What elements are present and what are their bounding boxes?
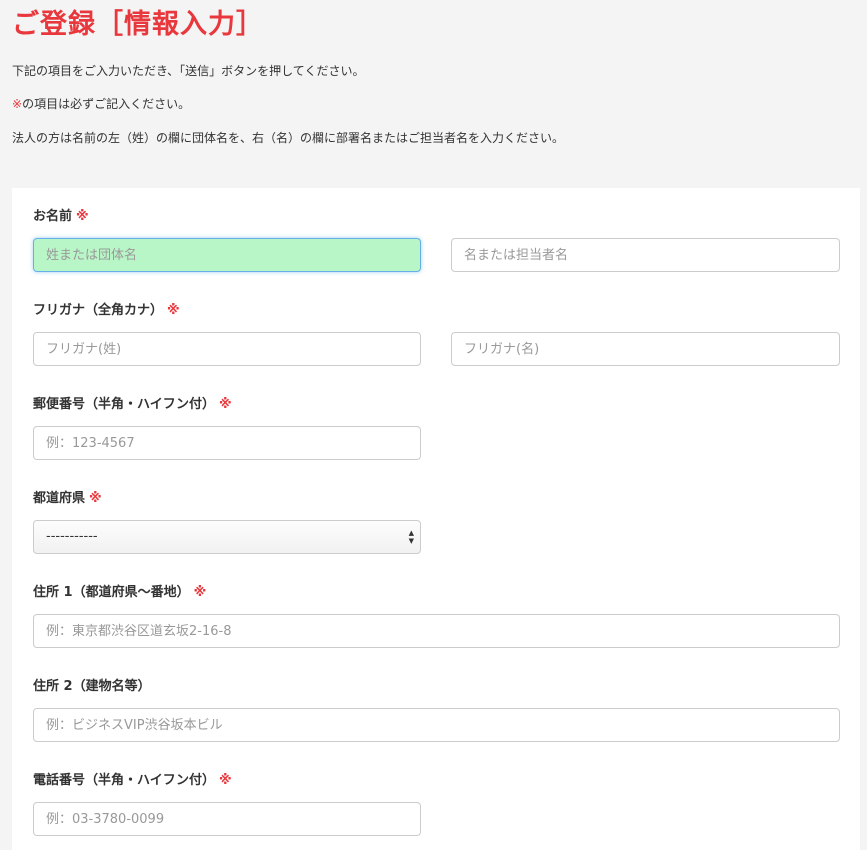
address1-input[interactable]: [33, 614, 840, 648]
name-label-text: お名前: [33, 209, 73, 224]
furigana-first-input[interactable]: [451, 332, 840, 366]
address2-input[interactable]: [33, 708, 840, 742]
furigana-label-text: フリガナ（全角カナ）: [33, 303, 164, 318]
address1-label: 住所 1（都道府県〜番地） ※: [33, 584, 206, 602]
address2-label: 住所 2（建物名等）: [33, 678, 151, 696]
required-mark: ※: [219, 397, 232, 412]
select-arrows-icon: ▲ ▼: [408, 529, 414, 545]
furigana-label: フリガナ（全角カナ） ※: [33, 302, 180, 320]
required-mark: ※: [12, 97, 23, 111]
furigana-last-input[interactable]: [33, 332, 421, 366]
required-note-text: の項目は必ずご記入ください。: [22, 97, 191, 111]
prefecture-select[interactable]: ----------- ▲ ▼: [33, 520, 421, 554]
required-mark: ※: [89, 491, 102, 506]
address2-label-text: 住所 2（建物名等）: [33, 679, 151, 694]
prefecture-label: 都道府県 ※: [33, 490, 102, 508]
registration-form: お名前※ フリガナ（全角カナ）※ 郵便番号（半角・ハイフン付）※ 都道府県※ -…: [12, 188, 860, 850]
prefecture-label-text: 都道府県: [33, 491, 86, 506]
page-title: ご登録［情報入力］: [12, 9, 264, 40]
phone-input[interactable]: [33, 802, 421, 836]
postal-code-label: 郵便番号（半角・ハイフン付） ※: [33, 396, 232, 414]
prefecture-selected-value: -----------: [46, 529, 98, 544]
phone-label-text: 電話番号（半角・ハイフン付）: [33, 773, 216, 788]
address1-label-text: 住所 1（都道府県〜番地）: [33, 585, 190, 600]
required-mark: ※: [76, 209, 89, 224]
intro-required-note: ※の項目は必ずご記入ください。: [12, 96, 190, 112]
required-mark: ※: [193, 585, 207, 600]
first-name-input[interactable]: [451, 238, 840, 272]
intro-corporate-note: 法人の方は名前の左（姓）の欄に団体名を、右（名）の欄に部署名またはご担当者名を入…: [12, 131, 565, 145]
required-mark: ※: [219, 773, 232, 788]
name-label: お名前 ※: [33, 208, 89, 226]
phone-label: 電話番号（半角・ハイフン付） ※: [33, 772, 232, 790]
intro-instructions: 下記の項目をご入力いただき、「送信」ボタンを押してください。: [12, 64, 365, 78]
last-name-input[interactable]: [33, 238, 421, 272]
postal-code-label-text: 郵便番号（半角・ハイフン付）: [33, 397, 216, 412]
required-mark: ※: [167, 303, 180, 318]
postal-code-input[interactable]: [33, 426, 421, 460]
